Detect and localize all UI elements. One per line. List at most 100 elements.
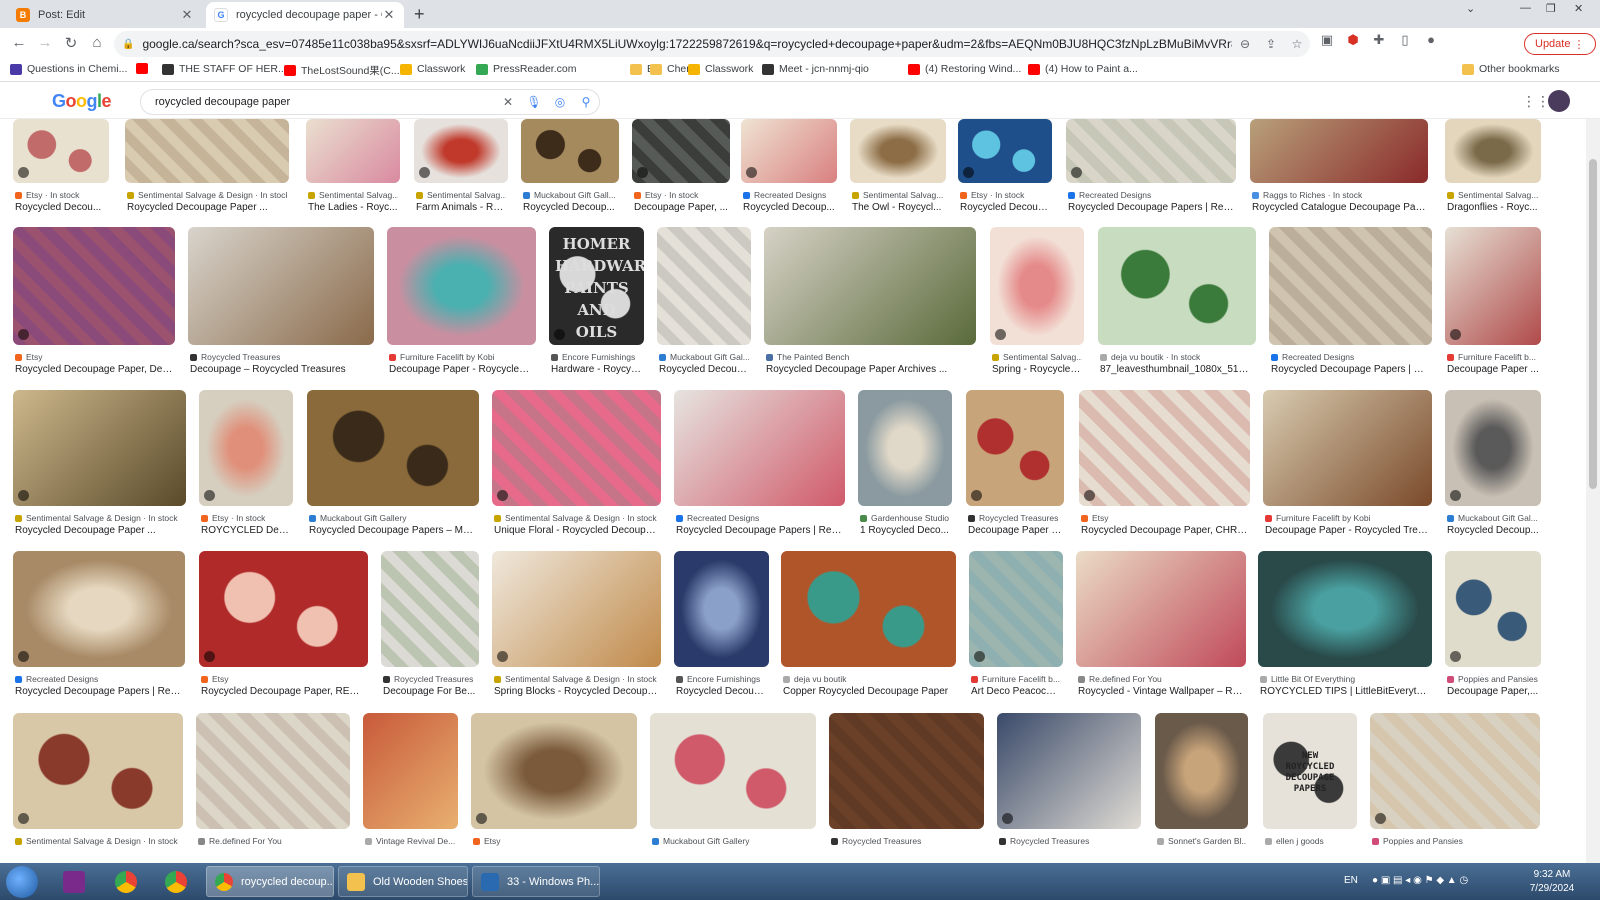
- image-result-card[interactable]: Sentimental Salvag... The Ladies - Royc..…: [306, 119, 400, 215]
- result-source[interactable]: Sentimental Salvage & Design · In stock: [15, 836, 181, 846]
- result-thumbnail[interactable]: [1066, 119, 1236, 183]
- result-title[interactable]: Roycycled Decoup...: [676, 686, 767, 697]
- image-result-card[interactable]: Furniture Facelift by Kobi Decoupage Pape…: [387, 227, 536, 377]
- result-title[interactable]: Hardware - Roycyc...: [551, 364, 642, 375]
- image-result-card[interactable]: HOMER HARDWARE PAINTS AND OILS GARDEN SE…: [549, 227, 644, 377]
- bookmark-item[interactable]: (4) Restoring Wind...: [908, 63, 1021, 75]
- image-result-card[interactable]: Sentimental Salvag... The Owl - Roycycl..…: [850, 119, 946, 215]
- result-thumbnail[interactable]: [1258, 551, 1432, 667]
- bookmark-item[interactable]: THE STAFF OF HER...: [162, 63, 287, 75]
- image-result-card[interactable]: Encore Furnishings Roycycled Decoup...: [674, 551, 769, 699]
- result-title[interactable]: Farm Animals - Ro...: [416, 202, 506, 213]
- result-source[interactable]: Recreated Designs: [1068, 190, 1234, 200]
- result-source[interactable]: Muckabout Gift Gall...: [523, 190, 617, 200]
- result-thumbnail[interactable]: [471, 713, 637, 829]
- scrollbar-thumb[interactable]: [1589, 159, 1597, 489]
- result-source[interactable]: Sentimental Salvage & Design · In stock: [494, 674, 659, 684]
- image-result-card[interactable]: Sentimental Salvage & Design · In stock R…: [13, 390, 186, 538]
- result-thumbnail[interactable]: [850, 119, 946, 183]
- bookmark-item[interactable]: [136, 63, 153, 74]
- zoom-icon[interactable]: ⊖: [1232, 37, 1258, 51]
- google-logo[interactable]: Google: [52, 91, 112, 112]
- forward-arrow-icon[interactable]: →: [32, 34, 58, 51]
- result-title[interactable]: Roycycled Decoupage Papers | Re...: [1271, 364, 1430, 375]
- result-title[interactable]: Spring - Roycycled...: [992, 364, 1082, 375]
- result-thumbnail[interactable]: [650, 713, 816, 829]
- result-title[interactable]: Roycycled Decoupage Papers | Recr...: [1068, 202, 1234, 213]
- result-thumbnail[interactable]: [1155, 713, 1248, 829]
- result-thumbnail[interactable]: [1263, 390, 1432, 506]
- result-source[interactable]: Roycycled Treasures: [831, 836, 982, 846]
- extension-icon[interactable]: ▣: [1316, 32, 1338, 48]
- result-title[interactable]: Roycycled Decoupage Paper ...: [127, 202, 287, 213]
- result-source[interactable]: Etsy · In stock: [960, 190, 1050, 200]
- image-result-card[interactable]: Roycycled Treasures: [997, 713, 1141, 861]
- image-result-card[interactable]: deja vu boutik · In stock 87_leavesthumbn…: [1098, 227, 1256, 377]
- reload-icon[interactable]: ↻: [58, 34, 84, 52]
- result-title[interactable]: Roycycled - Vintage Wallpaper – Re ...: [1078, 686, 1244, 697]
- result-thumbnail[interactable]: [13, 713, 183, 829]
- image-result-card[interactable]: Sentimental Salvag... Dragonflies - Royc.…: [1445, 119, 1541, 215]
- result-title[interactable]: Roycycled Decoup...: [960, 202, 1050, 213]
- result-title[interactable]: ROYCYCLED Dec...: [201, 525, 291, 536]
- image-result-card[interactable]: Etsy Roycycled Decoupage Paper, CHRIS...: [1079, 390, 1250, 538]
- result-source[interactable]: Gardenhouse Studio: [860, 513, 950, 523]
- result-thumbnail[interactable]: [199, 551, 368, 667]
- result-source[interactable]: Poppies and Pansies: [1372, 836, 1538, 846]
- result-source[interactable]: ellen j goods: [1265, 836, 1355, 846]
- image-result-card[interactable]: Etsy · In stock ROYCYCLED Dec...: [199, 390, 293, 538]
- result-source[interactable]: Etsy · In stock: [634, 190, 728, 200]
- result-thumbnail[interactable]: [781, 551, 956, 667]
- result-thumbnail[interactable]: [858, 390, 952, 506]
- result-thumbnail[interactable]: [632, 119, 730, 183]
- result-source[interactable]: Muckabout Gift Gallery: [652, 836, 814, 846]
- result-title[interactable]: Roycycled Decoup...: [743, 202, 835, 213]
- new-tab-button[interactable]: +: [414, 4, 425, 25]
- result-thumbnail[interactable]: [307, 390, 479, 506]
- result-source[interactable]: Sonnet's Garden Bl...: [1157, 836, 1246, 846]
- result-thumbnail[interactable]: [1079, 390, 1250, 506]
- clear-icon[interactable]: ✕: [495, 95, 521, 109]
- result-thumbnail[interactable]: [492, 551, 661, 667]
- result-thumbnail[interactable]: [1250, 119, 1428, 183]
- result-source[interactable]: Roycycled Treasures: [383, 674, 477, 684]
- result-thumbnail[interactable]: [1370, 713, 1540, 829]
- result-thumbnail[interactable]: [990, 227, 1084, 345]
- result-thumbnail[interactable]: [1445, 390, 1541, 506]
- bookmark-item[interactable]: Meet - jcn-nnmj-qio: [762, 63, 869, 75]
- result-source[interactable]: Etsy · In stock: [15, 190, 107, 200]
- result-source[interactable]: Etsy: [1081, 513, 1248, 523]
- result-thumbnail[interactable]: [196, 713, 350, 829]
- result-source[interactable]: Sentimental Salvage & Design · In stock: [15, 513, 184, 523]
- result-source[interactable]: Re.defined For You: [198, 836, 348, 846]
- result-source[interactable]: Sentimental Salvag...: [852, 190, 944, 200]
- result-thumbnail[interactable]: [1445, 119, 1541, 183]
- lens-icon[interactable]: ◎: [547, 95, 573, 109]
- result-title[interactable]: Decoupage Paper, ...: [634, 202, 728, 213]
- result-thumbnail[interactable]: [381, 551, 479, 667]
- result-title[interactable]: Roycycled Decoupage Paper, CHRIS...: [1081, 525, 1248, 536]
- result-thumbnail[interactable]: [521, 119, 619, 183]
- result-source[interactable]: Furniture Facelift by Kobi: [389, 352, 534, 362]
- image-result-card[interactable]: Roycycled Treasures Decoupage Paper –...: [966, 390, 1064, 538]
- result-title[interactable]: Spring Blocks - Roycycled Decoupa...: [494, 686, 659, 697]
- image-result-card[interactable]: The Painted Bench Roycycled Decoupage Pap…: [764, 227, 976, 377]
- result-source[interactable]: Sentimental Salvag...: [992, 352, 1082, 362]
- result-source[interactable]: Sentimental Salvage & Design · In stock: [494, 513, 659, 523]
- result-thumbnail[interactable]: [306, 119, 400, 183]
- taskbar-window-explorer[interactable]: Old Wooden Shoes: [338, 866, 468, 897]
- result-thumbnail[interactable]: [829, 713, 984, 829]
- result-thumbnail[interactable]: [741, 119, 837, 183]
- result-title[interactable]: Roycycled Decoupage Paper, Dec...: [15, 364, 173, 375]
- image-result-card[interactable]: Re.defined For You: [196, 713, 350, 861]
- image-result-card[interactable]: deja vu boutik Copper Roycycled Decoupage…: [781, 551, 956, 699]
- image-result-card[interactable]: Muckabout Gift Gal... Roycycled Decoup...: [657, 227, 751, 377]
- image-result-card[interactable]: Muckabout Gift Gallery Roycycled Decoupag…: [307, 390, 479, 538]
- chrome-icon[interactable]: [106, 867, 146, 897]
- result-thumbnail[interactable]: [674, 551, 769, 667]
- result-thumbnail[interactable]: [1445, 551, 1541, 667]
- image-result-card[interactable]: Recreated Designs Roycycled Decoupage Pap…: [1269, 227, 1432, 377]
- image-result-card[interactable]: Sentimental Salvage & Design · In stock R…: [125, 119, 289, 215]
- result-title[interactable]: Roycycled Decoupage Paper Archives ...: [766, 364, 974, 375]
- result-title[interactable]: Roycycled Catalogue Decoupage Paper...: [1252, 202, 1426, 213]
